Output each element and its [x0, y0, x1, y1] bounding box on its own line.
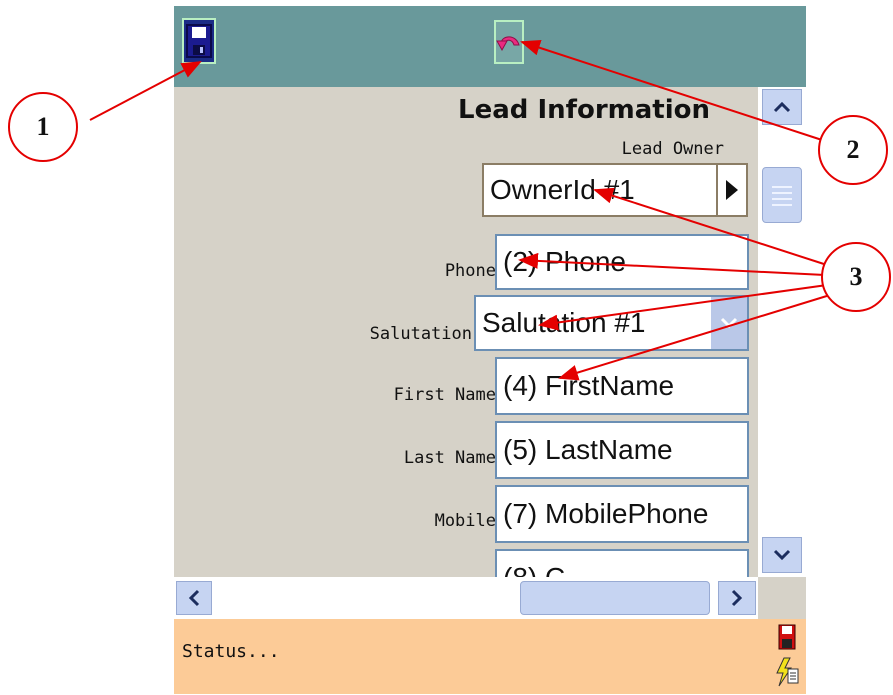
callout-1: 1 [8, 92, 78, 162]
annotation-arrows [89, 39, 831, 381]
callout-3: 3 [821, 242, 891, 312]
callout-2: 2 [818, 115, 888, 185]
